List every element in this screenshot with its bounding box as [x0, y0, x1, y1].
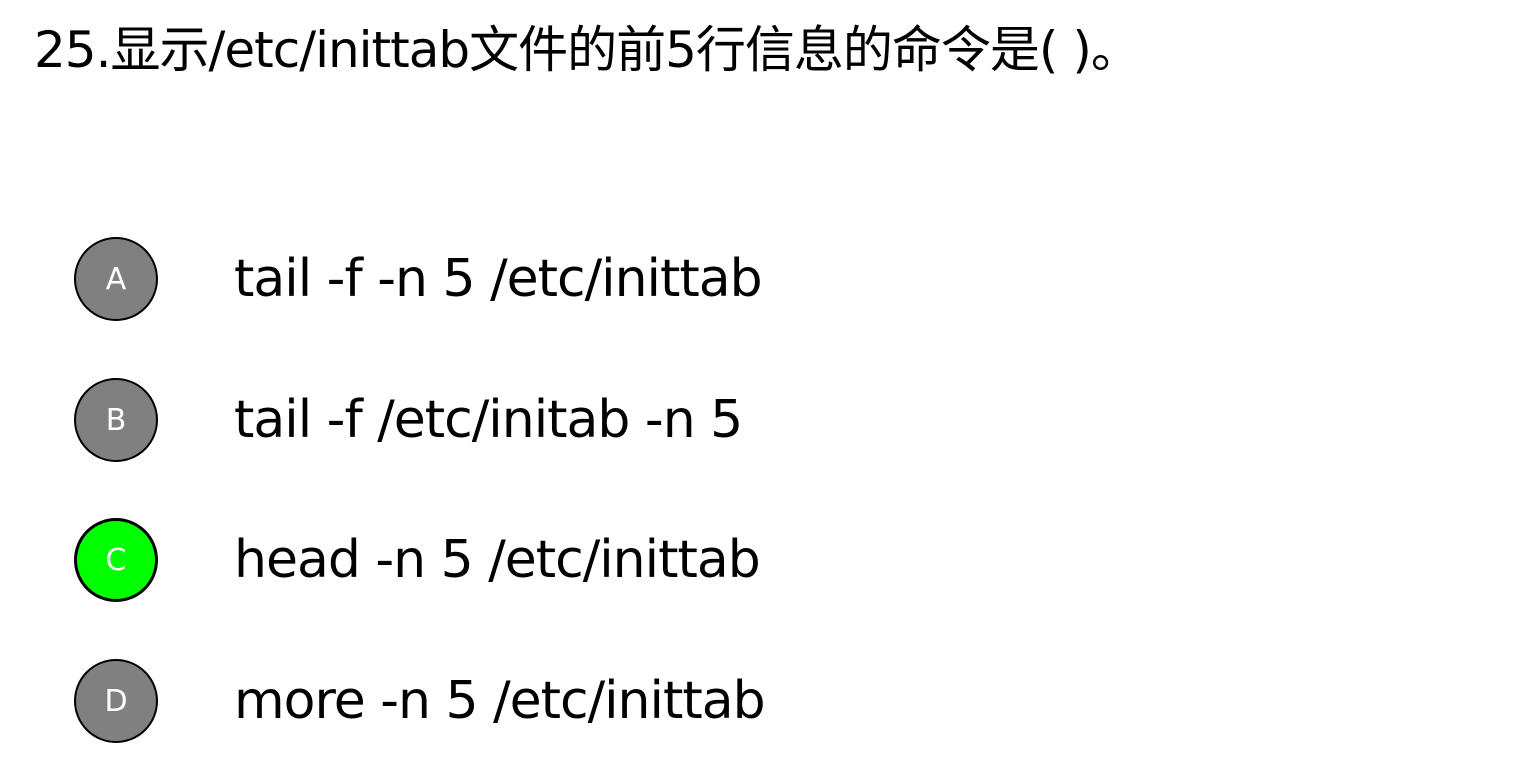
option-b[interactable]: B tail -f /etc/initab -n 5: [74, 376, 743, 464]
option-d-badge[interactable]: D: [74, 659, 158, 743]
option-c-text[interactable]: head -n 5 /etc/inittab: [234, 528, 761, 592]
option-d[interactable]: D more -n 5 /etc/inittab: [74, 657, 766, 745]
options-list: A tail -f -n 5 /etc/inittab B tail -f /e…: [0, 0, 1514, 757]
option-a-text[interactable]: tail -f -n 5 /etc/inittab: [234, 247, 763, 311]
option-d-text[interactable]: more -n 5 /etc/inittab: [234, 669, 766, 733]
option-b-badge[interactable]: B: [74, 378, 158, 462]
option-c-badge[interactable]: C: [74, 518, 158, 602]
option-a-badge[interactable]: A: [74, 237, 158, 321]
option-c[interactable]: C head -n 5 /etc/inittab: [74, 516, 761, 604]
option-b-text[interactable]: tail -f /etc/initab -n 5: [234, 388, 743, 452]
option-a[interactable]: A tail -f -n 5 /etc/inittab: [74, 235, 763, 323]
